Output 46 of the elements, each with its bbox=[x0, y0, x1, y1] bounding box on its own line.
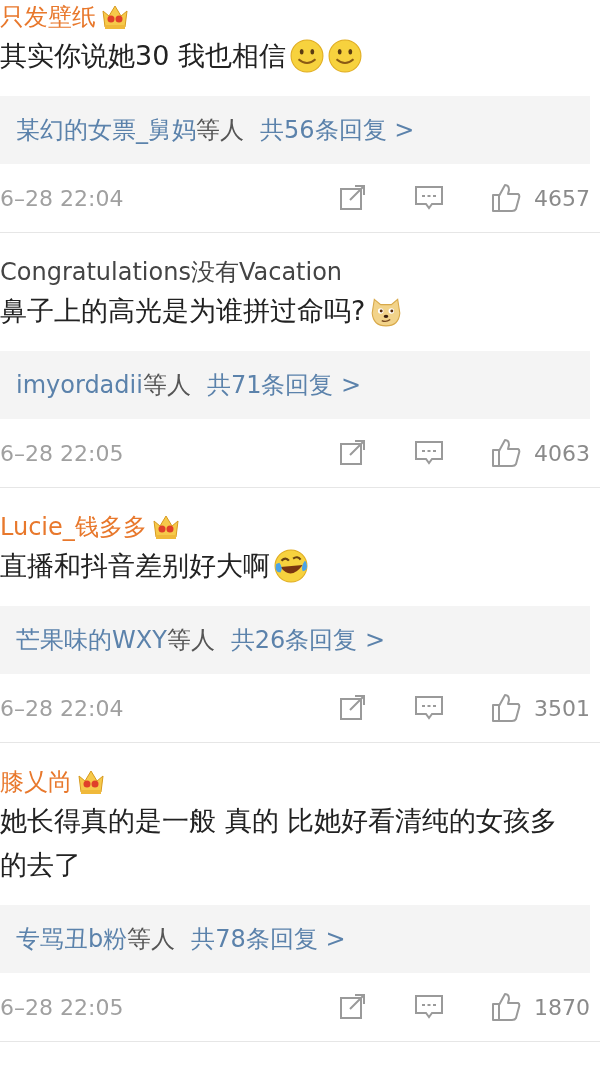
thumbs-up-icon[interactable] bbox=[490, 692, 522, 724]
timestamp: 6–28 22:05 bbox=[0, 994, 125, 1020]
laughing-crying-face-icon bbox=[274, 549, 308, 583]
comment-text: 鼻子上的高光是为谁拼过命吗? bbox=[0, 295, 366, 326]
crown-badge-icon bbox=[76, 768, 106, 796]
comment-text: 直播和抖音差别好大啊 bbox=[0, 550, 270, 581]
timestamp: 6–28 22:05 bbox=[0, 440, 125, 466]
reply-count-link[interactable]: 共71条回复 > bbox=[206, 369, 362, 401]
share-icon[interactable] bbox=[338, 992, 368, 1022]
reply-count-link[interactable]: 共78条回复 > bbox=[191, 923, 346, 955]
reply-users-suffix: 等人 bbox=[196, 115, 244, 146]
like-count: 4657 bbox=[534, 185, 590, 211]
like-count: 3501 bbox=[534, 695, 590, 721]
share-icon[interactable] bbox=[338, 183, 368, 213]
crown-badge-icon bbox=[100, 3, 130, 31]
like-count: 1870 bbox=[534, 994, 590, 1020]
comment-text: 其实你说她30 我也相信 bbox=[0, 40, 286, 71]
reply-users-suffix: 等人 bbox=[142, 370, 191, 401]
username[interactable]: Lucie_钱多多 bbox=[0, 511, 147, 543]
reply-users-suffix: 等人 bbox=[127, 924, 176, 955]
smile-emoji-icon bbox=[327, 39, 362, 73]
replies-panel[interactable]: 专骂丑b粉等人 共78条回复 > bbox=[0, 905, 590, 973]
reply-users-link[interactable]: imyordadii bbox=[16, 371, 143, 399]
thumbs-up-icon[interactable] bbox=[490, 437, 522, 469]
thumbs-up-icon[interactable] bbox=[490, 182, 522, 214]
replies-panel[interactable]: 某幻的女票_舅妈等人 共56条回复 > bbox=[0, 96, 590, 164]
replies-panel[interactable]: 芒果味的WXY等人 共26条回复 > bbox=[0, 606, 590, 674]
reply-count-link[interactable]: 共56条回复 > bbox=[260, 114, 415, 146]
replies-panel[interactable]: imyordadii等人 共71条回复 > bbox=[0, 351, 590, 419]
like-count: 4063 bbox=[534, 440, 590, 466]
reply-users-suffix: 等人 bbox=[166, 625, 215, 656]
share-icon[interactable] bbox=[338, 438, 368, 468]
username[interactable]: 只发壁纸 bbox=[0, 1, 96, 33]
username[interactable]: 膝乂尚 bbox=[0, 766, 72, 798]
reply-count-link[interactable]: 共26条回复 > bbox=[230, 624, 386, 656]
smile-emoji-icon bbox=[289, 39, 324, 73]
comment-text: 她长得真的是一般 真的 比她好看清纯的女孩多的去了 bbox=[0, 805, 558, 880]
reply-users-link[interactable]: 专骂丑b粉 bbox=[16, 923, 128, 955]
username[interactable]: Congratulations没有Vacation bbox=[0, 256, 343, 288]
timestamp: 6–28 22:04 bbox=[0, 695, 125, 721]
timestamp: 6–28 22:04 bbox=[0, 185, 125, 211]
reply-users-link[interactable]: 某幻的女票_舅妈 bbox=[16, 114, 196, 146]
crown-badge-icon bbox=[150, 513, 181, 541]
share-icon[interactable] bbox=[338, 693, 368, 723]
thumbs-up-icon[interactable] bbox=[490, 991, 522, 1023]
reply-users-link[interactable]: 芒果味的WXY bbox=[16, 624, 167, 656]
